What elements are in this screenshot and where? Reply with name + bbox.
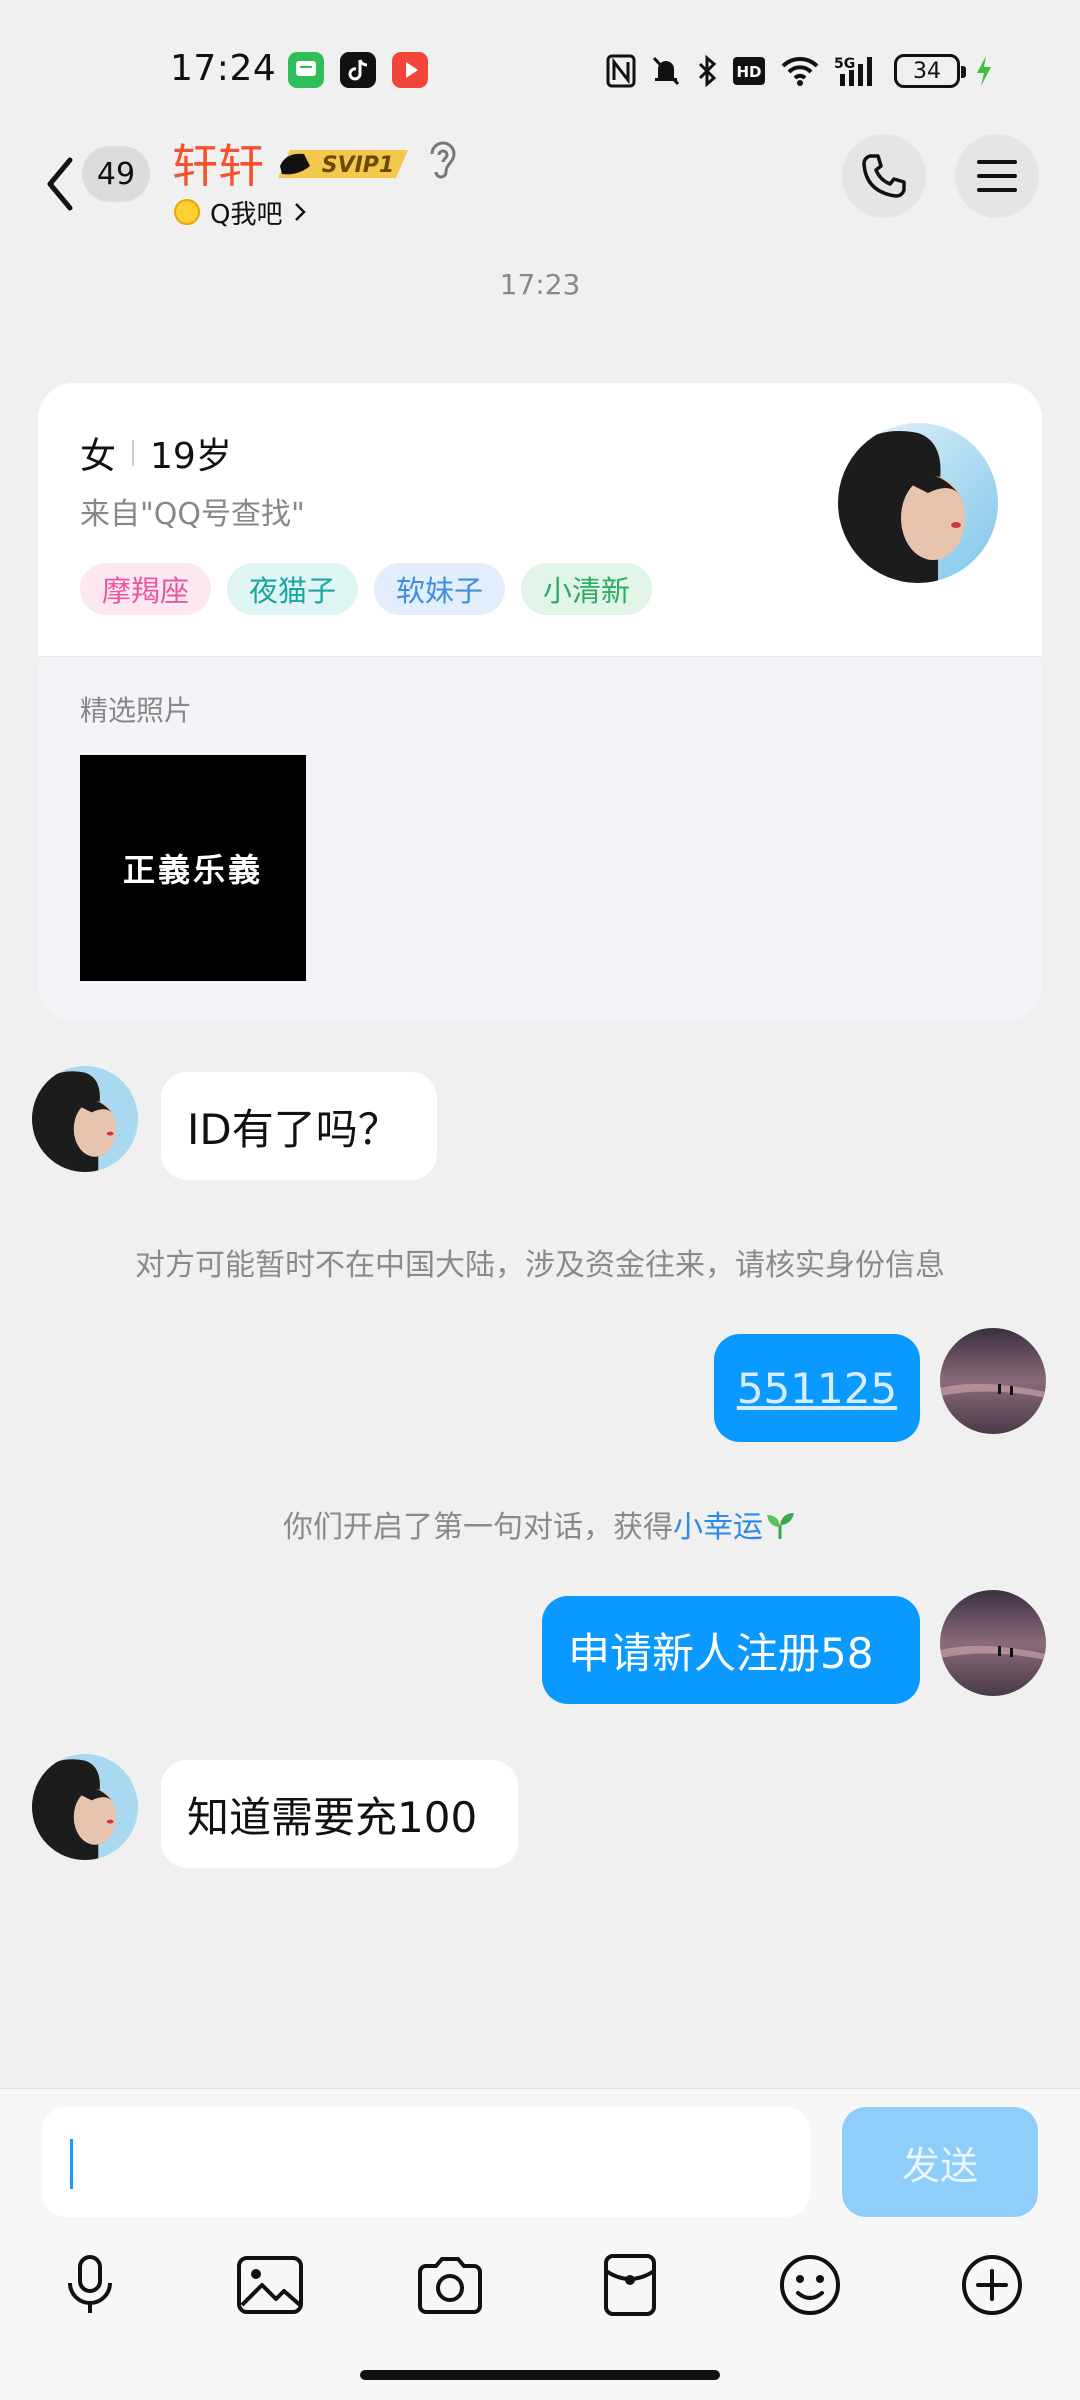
gender-age: 女 19岁 (80, 427, 232, 479)
profile-card[interactable]: 女 19岁 来自"QQ号查找" 摩羯座 夜猫子 软妹子 小清新 精选照片 正義乐… (38, 383, 1042, 1021)
gender: 女 (80, 436, 117, 477)
photo-text: 正義乐義 (122, 851, 263, 889)
ear-icon[interactable] (426, 138, 460, 182)
svg-text:5G: 5G (834, 56, 855, 72)
message-text: 知道需要充100 (187, 1792, 478, 1842)
status-time: 17:24 (170, 48, 277, 89)
battery-level: 34 (913, 58, 941, 84)
nfc-icon (606, 54, 636, 88)
profile-tag[interactable]: 夜猫子 (227, 563, 359, 615)
message-bubble-incoming[interactable]: 知道需要充100 (161, 1760, 518, 1868)
lucky-link[interactable]: 小幸运 (673, 1510, 763, 1545)
more-menu-button[interactable] (955, 134, 1039, 218)
svip-badge[interactable]: SVIP1 (276, 146, 410, 182)
profile-tag[interactable]: 小清新 (521, 563, 653, 615)
featured-photo[interactable]: 正義乐義 (80, 755, 306, 981)
featured-photos-label: 精选照片 (80, 694, 193, 727)
profile-info: 女 19岁 来自"QQ号查找" 摩羯座 夜猫子 软妹子 小清新 (38, 383, 1042, 657)
status-emoji-icon (174, 199, 200, 225)
input-bar: 发送 (0, 2088, 1080, 2400)
sprout-icon (767, 1513, 794, 1539)
svip-label: SVIP1 (322, 153, 395, 178)
contact-name[interactable]: 轩轩 (172, 130, 264, 196)
profile-tags: 摩羯座 夜猫子 软妹子 小清新 (80, 563, 653, 615)
image-icon (237, 2256, 303, 2314)
messages-app-icon (288, 52, 324, 88)
message-bubble-incoming[interactable]: ID有了吗？ (161, 1072, 437, 1180)
message-bubble-outgoing[interactable]: 551125 (714, 1334, 920, 1442)
microphone-icon (68, 2255, 112, 2313)
bluetooth-icon (698, 54, 717, 88)
call-button[interactable] (842, 134, 926, 218)
back-icon (47, 157, 73, 211)
system-notice-lucky: 你们开启了第一句对话，获得小幸运 (0, 1502, 1080, 1546)
red-packet-button[interactable] (590, 2245, 670, 2325)
svg-text:HD: HD (736, 63, 761, 81)
lucky-notice-text: 你们开启了第一句对话，获得 (283, 1510, 673, 1545)
menu-icon (977, 160, 1017, 192)
contact-avatar[interactable] (32, 1066, 138, 1172)
chat-header: 49 轩轩 SVIP1 Q我吧 (0, 130, 1080, 250)
video-app-icon (392, 52, 428, 88)
my-avatar[interactable] (940, 1590, 1046, 1696)
5g-signal-icon: 5G (834, 56, 872, 86)
charging-icon (977, 56, 991, 86)
chevron-right-icon (295, 203, 307, 221)
wifi-icon (781, 56, 819, 86)
camera-icon (418, 2257, 482, 2314)
message-input[interactable] (42, 2107, 810, 2217)
plus-icon (962, 2255, 1022, 2315)
phone-icon (862, 154, 906, 198)
message-text: ID有了吗？ (187, 1104, 400, 1154)
gallery-button[interactable] (230, 2245, 310, 2325)
my-avatar[interactable] (940, 1328, 1046, 1434)
emoji-button[interactable] (770, 2245, 850, 2325)
red-packet-icon (604, 2254, 656, 2316)
profile-avatar[interactable] (838, 423, 998, 583)
voice-button[interactable] (50, 2245, 130, 2325)
hd-icon: HD (733, 57, 765, 85)
system-notice: 对方可能暂时不在中国大陆，涉及资金往来，请核实身份信息 (135, 1248, 945, 1283)
message-text: 申请新人注册58 (568, 1628, 874, 1678)
tiktok-app-icon (340, 52, 376, 88)
text-caret (70, 2139, 73, 2189)
message-timestamp: 17:23 (499, 268, 581, 301)
status-bar: 17:24 HD 5G 34 (0, 0, 1080, 140)
friend-source: 来自"QQ号查找" (80, 497, 305, 532)
more-tools-button[interactable] (952, 2245, 1032, 2325)
contact-avatar[interactable] (32, 1754, 138, 1860)
profile-tag[interactable]: 摩羯座 (80, 563, 212, 615)
status-text: Q我吧 (210, 199, 283, 230)
status-icons: HD 5G 34 (606, 48, 994, 94)
unread-count-badge[interactable]: 49 (82, 146, 150, 202)
emoji-icon (780, 2255, 840, 2315)
send-button[interactable]: 发送 (842, 2107, 1038, 2217)
message-bubble-outgoing[interactable]: 申请新人注册58 (542, 1596, 920, 1704)
online-status[interactable]: Q我吧 (174, 192, 308, 232)
camera-button[interactable] (410, 2245, 490, 2325)
message-link-text[interactable]: 551125 (737, 1364, 897, 1413)
battery-icon: 34 (894, 54, 966, 88)
profile-tag[interactable]: 软妹子 (374, 563, 506, 615)
mute-icon (652, 56, 680, 86)
home-indicator[interactable] (360, 2370, 720, 2380)
age: 19岁 (150, 436, 232, 477)
divider (132, 440, 135, 466)
